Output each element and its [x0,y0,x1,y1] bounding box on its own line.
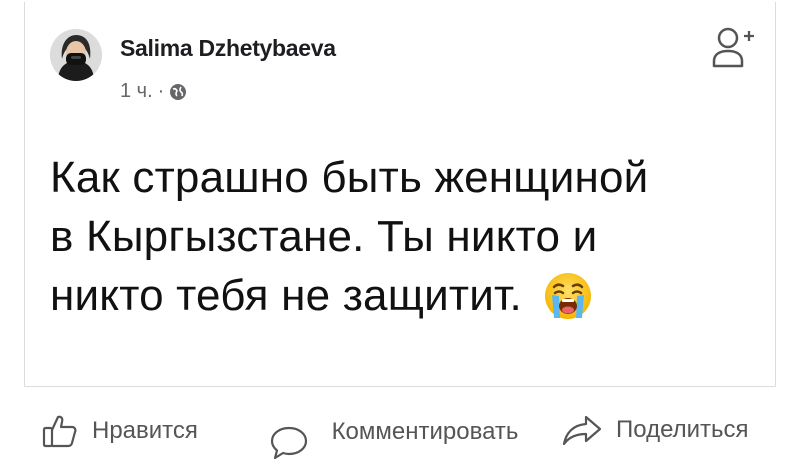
share-button[interactable]: Поделиться [562,414,749,446]
share-label: Поделиться [616,416,749,443]
post-text-line: в Кыргызстане. Ты никто и [50,212,598,261]
meta-separator: · [157,80,165,102]
author-name[interactable]: Salima Dzhetybaeva [120,35,336,62]
comment-button[interactable]: Комментировать [270,403,530,461]
like-button[interactable]: Нравится [42,414,198,448]
globe-icon [170,83,187,100]
post-text-line-with-emoji: никто тебя не защитит. [50,266,750,325]
add-friend-icon[interactable] [711,27,755,69]
post-text-line: никто тебя не защитит. [50,271,522,320]
post-text-line: Как страшно быть женщиной [50,153,649,202]
post-text: Как страшно быть женщиной в Кыргызстане.… [50,148,750,325]
like-icon [42,415,77,448]
comment-icon [270,426,308,460]
like-label: Нравится [92,417,198,444]
post-time[interactable]: 1 ч. [120,80,153,103]
comment-label: Комментировать [331,418,519,445]
author-avatar[interactable] [50,29,102,81]
crying-face-emoji [545,273,592,319]
share-icon [562,415,602,446]
post-meta: 1 ч. · [120,80,187,103]
post-actions-bar: Нравится Комментировать Поделиться [0,395,800,474]
